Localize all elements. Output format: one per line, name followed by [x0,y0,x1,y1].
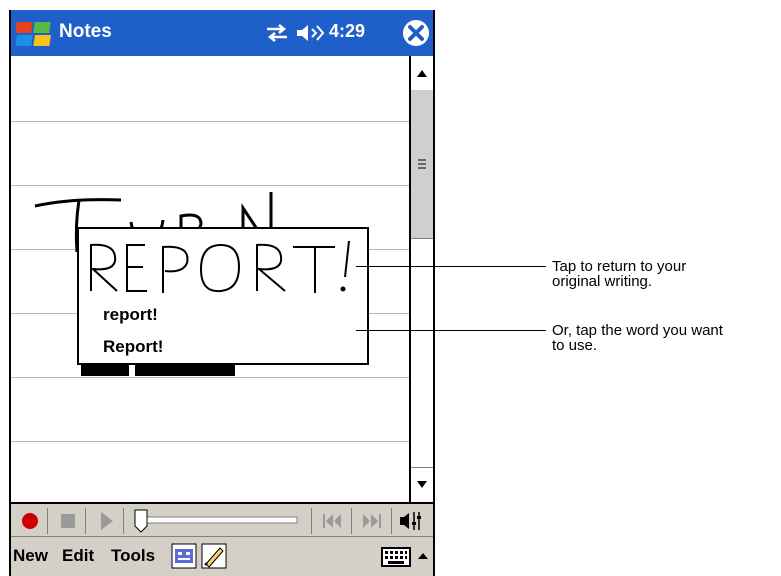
title-bar: Notes 4:29 [11,10,433,56]
pen-icon[interactable] [201,543,227,569]
menu-tools[interactable]: Tools [111,546,155,566]
alternate-word-option[interactable]: report! [103,305,158,325]
clock[interactable]: 4:29 [329,21,365,42]
connectivity-arrows-icon[interactable] [265,23,289,43]
scroll-track[interactable] [411,239,433,463]
close-circle-icon[interactable] [401,18,431,48]
skip-back-icon[interactable] [317,506,347,534]
pocket-pc-screen: Notes 4:29 report! Report! New Edit Tool… [9,10,435,576]
callout-line [356,266,546,267]
callout-tap-word: Or, tap the word you want to use. [552,322,723,354]
toolbar-separator [391,508,392,534]
input-selector-arrow-icon[interactable] [415,545,431,569]
recording-toolbar-icon[interactable] [171,543,197,569]
toolbar-separator [47,508,48,534]
play-icon[interactable] [93,506,119,534]
recording-toolbar [11,502,433,536]
triangle-down-icon [417,481,427,488]
volume-slider[interactable] [127,506,303,534]
toolbar-separator [351,508,352,534]
alternate-word-option[interactable]: Report! [103,337,163,357]
app-title: Notes [59,21,112,42]
menu-bar: New Edit Tools [11,536,433,576]
scroll-down-arrow[interactable] [411,467,433,502]
scroll-thumb[interactable] [411,90,433,239]
skip-forward-icon[interactable] [357,506,387,534]
original-writing-preview[interactable] [83,233,365,297]
callout-return-to-writing: Tap to return to your original writing. [552,258,687,290]
windows-flag-icon[interactable] [15,20,53,48]
record-icon[interactable] [17,506,43,534]
scroll-up-arrow[interactable] [411,56,433,91]
menu-new[interactable]: New [13,546,48,566]
ruled-line [11,121,409,122]
menu-edit[interactable]: Edit [62,546,94,566]
callout-line [356,330,546,331]
stop-icon[interactable] [55,506,81,534]
ruled-line [11,441,409,442]
toolbar-separator [123,508,124,534]
note-writing-area[interactable]: report! Report! [11,56,409,502]
toolbar-separator [311,508,312,534]
speaker-volume-icon[interactable] [295,22,325,44]
grip-icon [418,159,426,169]
speaker-settings-icon[interactable] [397,506,427,534]
alternate-words-popup: report! Report! [77,227,369,365]
vertical-scrollbar[interactable] [409,56,433,502]
ruled-line [11,377,409,378]
toolbar-separator [85,508,86,534]
triangle-up-icon [417,70,427,77]
keyboard-icon[interactable] [381,545,411,569]
